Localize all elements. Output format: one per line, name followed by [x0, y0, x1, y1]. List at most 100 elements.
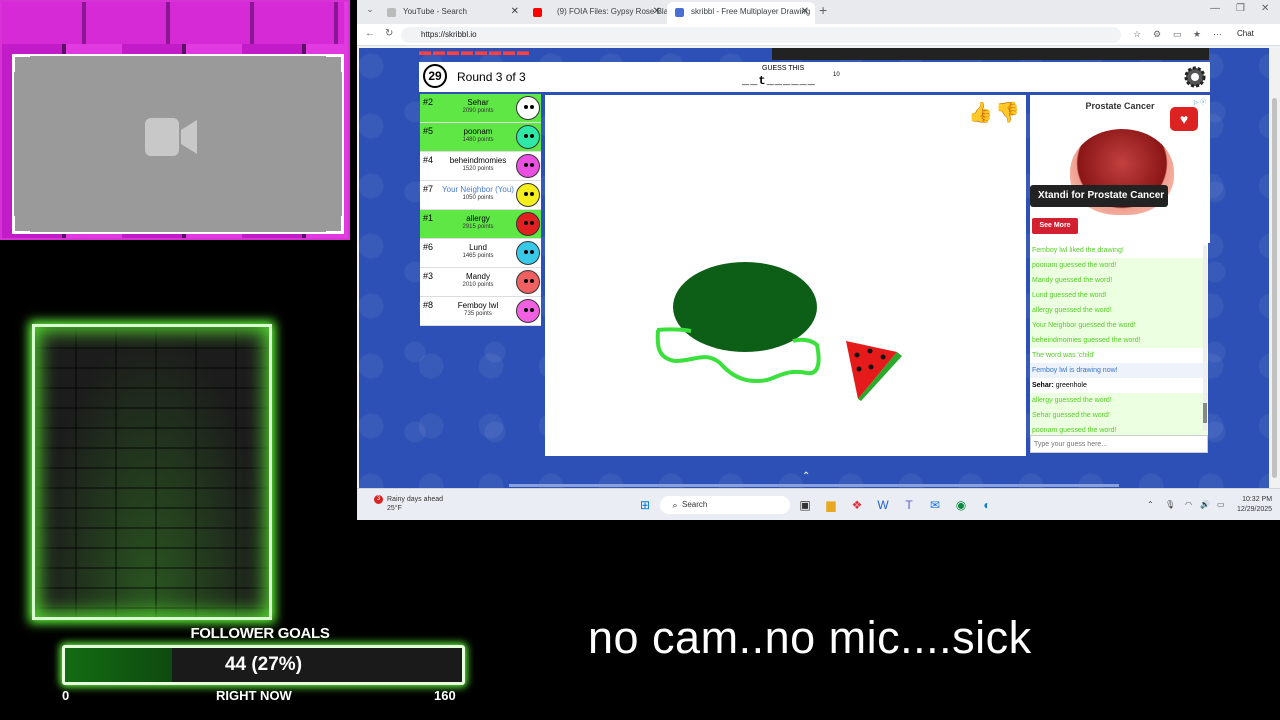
url-field[interactable]: https://skribbl.io	[401, 27, 1121, 43]
chat-message: beheindmomies guessed the word!	[1030, 333, 1208, 348]
video-camera-icon	[145, 118, 197, 156]
tab-search-dropdown-icon[interactable]: ⌄	[363, 4, 377, 18]
avatar-eye	[524, 163, 528, 167]
favorite-star-icon[interactable]: ☆	[1133, 29, 1141, 40]
favorites-icon[interactable]: ★	[1193, 29, 1201, 40]
player-row[interactable]: #4 beheindmomies 1520 points	[420, 152, 541, 181]
avatar-eye	[524, 250, 528, 254]
volume-icon[interactable]: 🔊	[1200, 500, 1210, 509]
close-window-icon[interactable]: ✕	[1261, 3, 1269, 14]
player-avatar	[516, 241, 540, 265]
player-row[interactable]: #6 Lund 1465 points	[420, 239, 541, 268]
tab-youtube-search[interactable]: YouTube - Search ✕	[379, 2, 525, 24]
file-explorer-icon[interactable]: ▆	[823, 497, 839, 513]
more-options-icon[interactable]: ⋯	[1213, 29, 1222, 40]
chat-message: Femboy lwl liked the drawing!	[1030, 243, 1208, 258]
heart-pulse-icon: ♥	[1170, 107, 1198, 131]
tab-youtube-video[interactable]: (9) FOIA Files: Gypsy Rose Bla ✕	[525, 2, 667, 24]
outlook-icon[interactable]: ✉	[927, 497, 943, 513]
avatar-eye	[530, 192, 534, 196]
thumbs-down-icon[interactable]: 👎	[995, 100, 1020, 125]
minimize-icon[interactable]: —	[1210, 3, 1220, 14]
maximize-icon[interactable]: ❐	[1236, 3, 1245, 14]
search-icon: ⌕	[672, 500, 678, 510]
xbox-icon[interactable]: ◉	[953, 497, 969, 513]
player-row[interactable]: #5 poonam 1480 points	[420, 123, 541, 152]
thumbs-up-icon[interactable]: 👍	[968, 100, 993, 125]
copilot-chat-button[interactable]: Chat	[1237, 29, 1254, 38]
teams-icon[interactable]: T	[901, 497, 917, 513]
split-screen-icon[interactable]: ▭	[1173, 29, 1182, 40]
advertisement[interactable]: ▷ ⓧ Prostate Cancer ♥ Xtandi for Prostat…	[1030, 95, 1210, 243]
player-row[interactable]: #2 Sehar 2090 points	[420, 94, 541, 123]
avatar-eye	[524, 192, 528, 196]
tray-chevron-icon[interactable]: ⌃	[1147, 500, 1154, 509]
follower-goal-current-label: RIGHT NOW	[216, 688, 292, 703]
avatar-eye	[524, 134, 528, 138]
weather-widget[interactable]: Rainy days ahead 25°F	[387, 495, 443, 513]
chat-message: allergy guessed the word!	[1030, 393, 1208, 408]
ad-headline[interactable]: Xtandi for Prostate Cancer	[1030, 185, 1168, 207]
microphone-icon[interactable]: 🎙	[1165, 500, 1175, 509]
close-tab-icon[interactable]: ✕	[511, 2, 519, 22]
avatar-eye	[530, 308, 534, 312]
clock-time: 10:32 PM	[1242, 496, 1273, 503]
horizontal-scrollbar[interactable]	[509, 484, 1119, 487]
page-scroll-thumb[interactable]	[1272, 98, 1277, 478]
new-tab-button[interactable]: +	[819, 2, 827, 18]
player-row[interactable]: #7 Your Neighbor (You) 1050 points	[420, 181, 541, 210]
player-points: 1520 points	[462, 166, 494, 172]
chat-scrollbar[interactable]	[1203, 245, 1207, 431]
reload-icon[interactable]: ↻	[385, 28, 393, 39]
battery-icon[interactable]: ▭	[1217, 500, 1225, 509]
player-rank: #7	[423, 184, 434, 194]
close-tab-icon[interactable]: ✕	[653, 2, 661, 22]
page-scrollbar[interactable]	[1269, 48, 1280, 488]
weather-temp: 25°F	[387, 505, 402, 512]
weather-badge: 3	[374, 495, 383, 504]
close-tab-icon[interactable]: ✕	[801, 2, 809, 22]
system-clock[interactable]: 10:32 PM 12/29/2025	[1237, 495, 1272, 515]
weather-text: Rainy days ahead	[387, 496, 444, 503]
windows-start-icon[interactable]: ⊞	[637, 497, 653, 513]
player-row[interactable]: #3 Mandy 2010 points	[420, 268, 541, 297]
player-avatar	[516, 299, 540, 323]
word-icon[interactable]: W	[875, 497, 891, 513]
player-row[interactable]: #8 Femboy lwl 735 points	[420, 297, 541, 326]
drawing-canvas[interactable]: 👍 👎	[545, 95, 1026, 456]
chat-scroll-thumb[interactable]	[1203, 403, 1207, 423]
clock-date: 12/29/2025	[1237, 506, 1273, 513]
back-icon[interactable]: ←	[365, 28, 375, 39]
chat-log: Femboy lwl liked the drawing! poonam gues…	[1030, 243, 1208, 435]
avatar-eye	[524, 308, 528, 312]
task-view-icon[interactable]: ▣	[797, 497, 813, 513]
settings-gear-icon[interactable]	[1183, 65, 1207, 89]
wifi-icon[interactable]: ◠	[1185, 500, 1192, 509]
stream-caption: no cam..no mic....sick	[588, 612, 1032, 663]
player-avatar	[516, 212, 540, 236]
avatar-eye	[530, 134, 534, 138]
webcam-frame-top-bar	[2, 2, 344, 44]
chat-message: poonam guessed the word!	[1030, 258, 1208, 273]
tab-skribbl[interactable]: skribbl - Free Multiplayer Drawing ✕	[667, 2, 815, 24]
player-rank: #2	[423, 97, 434, 107]
chat-message: Mandy guessed the word!	[1030, 273, 1208, 288]
chevron-up-icon[interactable]: ⌃	[802, 471, 810, 482]
player-points: 2010 points	[462, 282, 494, 288]
player-rank: #5	[423, 126, 434, 136]
guess-input[interactable]	[1030, 435, 1208, 453]
extension-icon[interactable]: ⚙	[1153, 29, 1161, 40]
edge-icon[interactable]: ◐	[979, 497, 995, 513]
avatar-eye	[530, 279, 534, 283]
player-points: 1465 points	[462, 253, 494, 259]
ad-see-more-button[interactable]: See More	[1032, 218, 1078, 234]
player-row[interactable]: #1 allergy 2915 points	[420, 210, 541, 239]
player-points: 2090 points	[462, 108, 494, 114]
guess-this-label: GUESS THIS	[762, 65, 805, 72]
copilot-icon[interactable]: ❖	[849, 497, 865, 513]
player-avatar	[516, 125, 540, 149]
player-rank: #8	[423, 300, 434, 310]
tab-title: (9) FOIA Files: Gypsy Rose Bla	[557, 7, 667, 16]
player-name: beheindmomies	[449, 156, 507, 165]
player-name: Femboy lwl	[457, 301, 499, 310]
